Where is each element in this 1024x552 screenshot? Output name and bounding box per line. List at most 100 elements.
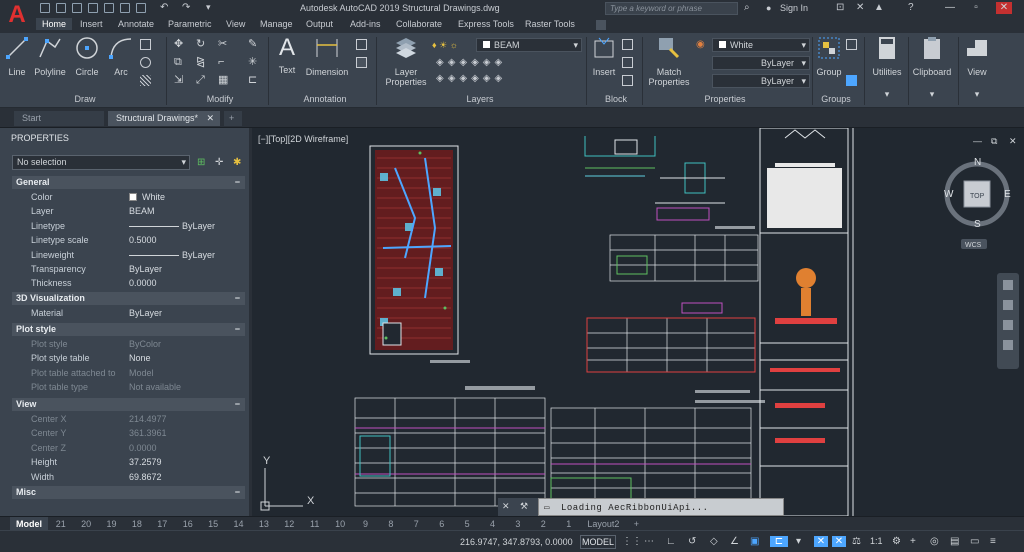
isolate-objects-icon[interactable]: ◎ xyxy=(930,536,941,547)
osnap-icon[interactable]: ▣ xyxy=(750,536,761,547)
sign-in-button[interactable]: Sign In xyxy=(780,3,808,13)
tab-collaborate[interactable]: Collaborate xyxy=(396,19,442,29)
save-icon[interactable] xyxy=(72,3,82,13)
tab-parametric[interactable]: Parametric xyxy=(168,19,212,29)
trim-icon[interactable]: ✂ xyxy=(218,39,229,50)
property-value[interactable]: 0.0000 xyxy=(129,443,157,453)
edit-attributes-icon[interactable] xyxy=(622,75,633,86)
edit-block-icon[interactable] xyxy=(622,57,633,68)
customization-icon[interactable]: ≡ xyxy=(990,536,1001,547)
property-value[interactable]: BEAM xyxy=(129,206,155,216)
new-layout-icon[interactable]: + xyxy=(629,517,643,531)
property-value[interactable]: White xyxy=(142,192,165,202)
utilities-button[interactable]: Utilities ▾ xyxy=(868,35,906,100)
property-row[interactable]: Transparency ByLayer xyxy=(12,262,245,276)
rectangle-icon[interactable] xyxy=(140,39,151,50)
orbit-icon[interactable] xyxy=(1003,340,1013,350)
section-misc[interactable]: Misc − xyxy=(12,486,245,499)
toggle-pickadd-icon[interactable]: ⊞ xyxy=(197,157,205,168)
drawing-canvas[interactable]: [−][Top][2D Wireframe] Y X TOP N S W E W… xyxy=(255,128,1024,516)
copy-icon[interactable]: ⧉ xyxy=(174,57,185,68)
cloud-icon[interactable] xyxy=(104,3,114,13)
transparency-icon[interactable]: ▾ xyxy=(796,536,807,547)
block-panel-label[interactable]: Block xyxy=(596,94,636,104)
viewcube-east[interactable]: E xyxy=(1004,189,1011,200)
property-value[interactable]: None xyxy=(129,353,151,363)
section-view[interactable]: View − xyxy=(12,398,245,411)
layout-tab[interactable]: 8 xyxy=(378,517,403,531)
close-icon[interactable]: ✕ xyxy=(502,501,510,512)
tab-raster-tools[interactable]: Raster Tools xyxy=(525,19,575,29)
plus-icon[interactable]: + xyxy=(910,536,921,547)
annotation-scale-icon[interactable]: ⚖ xyxy=(852,536,863,547)
property-value[interactable]: Not available xyxy=(129,382,181,392)
property-row[interactable]: Linetype ByLayer xyxy=(12,219,245,233)
layout-tab[interactable]: 1 xyxy=(556,517,581,531)
layers-panel-label[interactable]: Layers xyxy=(450,94,510,104)
collapse-icon[interactable]: − xyxy=(235,323,240,336)
tab-manage[interactable]: Manage xyxy=(260,19,293,29)
annotation-autoscale-icon[interactable]: ✕ xyxy=(832,536,846,547)
fillet-icon[interactable]: ⌐ xyxy=(218,57,229,68)
gear-icon[interactable]: ⚙ xyxy=(892,536,903,547)
tab-start[interactable]: Start xyxy=(14,111,104,126)
properties-panel-label[interactable]: Properties xyxy=(690,94,760,104)
pan-icon[interactable] xyxy=(1003,300,1013,310)
viewport-close-icon[interactable]: ✕ xyxy=(1009,136,1017,147)
tab-output[interactable]: Output xyxy=(306,19,333,29)
hardware-acceleration-icon[interactable]: ▤ xyxy=(950,536,961,547)
tab-view[interactable]: View xyxy=(226,19,245,29)
text-button[interactable]: A Text xyxy=(272,35,302,76)
property-row[interactable]: Center X 214.4977 xyxy=(12,412,245,426)
layer-state-icons[interactable]: ♦ ☀ ☼ xyxy=(432,40,458,51)
viewcube[interactable]: TOP N S W E WCS xyxy=(944,157,1011,249)
property-value[interactable]: ByLayer xyxy=(129,308,162,318)
layout-tab[interactable]: 3 xyxy=(505,517,530,531)
group-select-icon[interactable] xyxy=(846,75,857,86)
collapse-icon[interactable]: − xyxy=(235,398,240,411)
tab-home[interactable]: Home xyxy=(36,18,73,30)
viewcube-south[interactable]: S xyxy=(974,219,981,230)
property-value[interactable]: 37.2579 xyxy=(129,457,162,467)
open-icon[interactable] xyxy=(56,3,66,13)
group-button[interactable]: Group xyxy=(814,35,844,77)
explode-icon[interactable]: ✳ xyxy=(248,57,259,68)
command-line[interactable]: ▭ Loading AecRibbonUiApi... xyxy=(538,498,784,516)
section-general[interactable]: General − xyxy=(12,176,245,189)
layout-tab[interactable]: 16 xyxy=(175,517,200,531)
collapse-icon[interactable]: − xyxy=(235,292,240,305)
viewport-restore-icon[interactable]: ⧉ xyxy=(991,136,997,147)
annotation-visibility-icon[interactable]: ✕ xyxy=(814,536,828,547)
plot-icon[interactable] xyxy=(136,3,146,13)
property-row[interactable]: Color White xyxy=(12,190,245,204)
clipboard-button[interactable]: Clipboard ▾ xyxy=(910,35,954,100)
undo-icon[interactable]: ↶ xyxy=(160,2,168,13)
layout-tab[interactable]: 19 xyxy=(99,517,124,531)
close-tab-icon[interactable]: ✕ xyxy=(206,111,214,126)
create-block-icon[interactable] xyxy=(622,39,633,50)
tab-express-tools[interactable]: Express Tools xyxy=(458,19,514,29)
table-icon[interactable] xyxy=(356,57,367,68)
color-dropdown[interactable]: White ▾ xyxy=(712,38,810,52)
property-value[interactable]: Model xyxy=(129,368,154,378)
offset-icon[interactable]: ⊏ xyxy=(248,75,259,86)
wcs-menu[interactable]: WCS xyxy=(965,242,982,249)
layer-tools-row-1[interactable]: ◈◈◈◈◈◈ xyxy=(436,57,506,68)
layout-tab[interactable]: 7 xyxy=(404,517,429,531)
line-button[interactable]: Line xyxy=(4,35,30,77)
layout-tab[interactable]: 15 xyxy=(200,517,225,531)
model-space-button[interactable]: MODEL xyxy=(580,535,616,549)
wrench-icon[interactable]: ⚒ xyxy=(520,501,528,512)
lineweight-toggle-icon[interactable]: ⊏ xyxy=(770,536,788,547)
property-row[interactable]: Center Y 361.3961 xyxy=(12,426,245,440)
save-as-icon[interactable] xyxy=(88,3,98,13)
minimize-icon[interactable]: — xyxy=(942,2,958,14)
collapse-icon[interactable]: − xyxy=(235,176,240,189)
new-tab-icon[interactable]: + xyxy=(224,111,242,126)
workspace-dropdown-icon[interactable]: ▾ xyxy=(206,2,211,13)
property-row[interactable]: Linetype scale 0.5000 xyxy=(12,233,245,247)
property-row[interactable]: Lineweight ByLayer xyxy=(12,248,245,262)
property-value[interactable]: 69.8672 xyxy=(129,472,162,482)
osnap-tracking-icon[interactable]: ∠ xyxy=(730,536,741,547)
annotation-panel-label[interactable]: Annotation xyxy=(290,94,360,104)
